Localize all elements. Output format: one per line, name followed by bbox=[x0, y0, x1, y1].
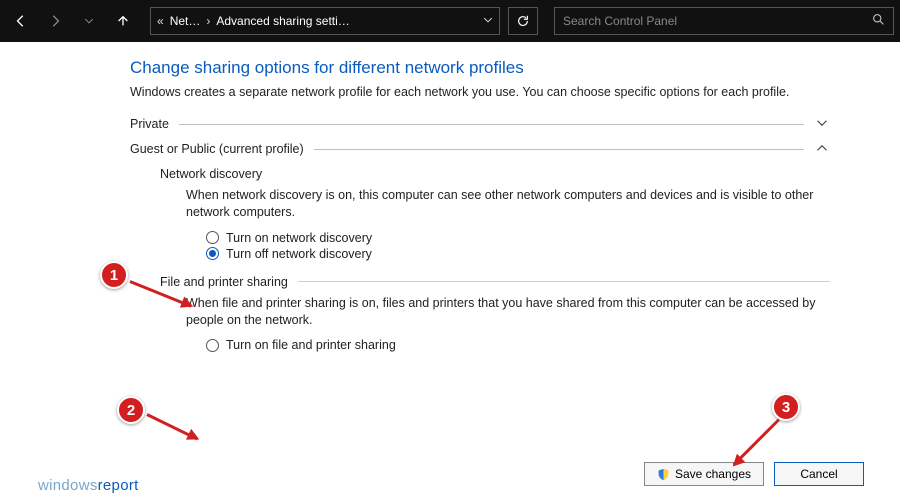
network-discovery-heading: Network discovery bbox=[160, 167, 830, 181]
watermark: windowsreport bbox=[38, 477, 139, 494]
radio-network-discovery-on[interactable]: Turn on network discovery bbox=[206, 231, 830, 245]
watermark-part-2: report bbox=[98, 477, 139, 494]
annotation-badge-1: 1 bbox=[100, 261, 128, 289]
divider bbox=[314, 149, 804, 150]
breadcrumb-crumb-1[interactable]: Net… bbox=[170, 14, 201, 28]
annotation-badge-3: 3 bbox=[772, 393, 800, 421]
radio-file-printer-on[interactable]: Turn on file and printer sharing bbox=[206, 338, 830, 352]
content-pane: Change sharing options for different net… bbox=[0, 42, 900, 352]
breadcrumb-overflow-icon: « bbox=[157, 14, 164, 28]
divider bbox=[179, 124, 804, 125]
radio-label: Turn on file and printer sharing bbox=[226, 338, 396, 352]
watermark-part-1: windows bbox=[38, 477, 98, 494]
page-title: Change sharing options for different net… bbox=[130, 58, 830, 78]
radio-label: Turn off network discovery bbox=[226, 247, 372, 261]
divider bbox=[298, 281, 830, 282]
recent-dropdown[interactable] bbox=[74, 6, 104, 36]
back-button[interactable] bbox=[6, 6, 36, 36]
search-input[interactable]: Search Control Panel bbox=[554, 7, 894, 35]
cancel-button-label: Cancel bbox=[800, 467, 837, 481]
chevron-right-icon: › bbox=[206, 14, 210, 28]
footer-buttons: Save changes Cancel bbox=[644, 462, 864, 486]
breadcrumb-crumb-2[interactable]: Advanced sharing setti… bbox=[216, 14, 477, 28]
save-button-label: Save changes bbox=[675, 467, 751, 481]
breadcrumb[interactable]: « Net… › Advanced sharing setti… bbox=[150, 7, 500, 35]
cancel-button[interactable]: Cancel bbox=[774, 462, 864, 486]
up-button[interactable] bbox=[108, 6, 138, 36]
section-guest-header[interactable]: Guest or Public (current profile) bbox=[130, 142, 830, 157]
search-placeholder: Search Control Panel bbox=[563, 14, 864, 28]
radio-label: Turn on network discovery bbox=[226, 231, 372, 245]
refresh-button[interactable] bbox=[508, 7, 538, 35]
annotation-arrow-2 bbox=[146, 413, 198, 440]
uac-shield-icon bbox=[657, 468, 670, 481]
radio-icon bbox=[206, 231, 219, 244]
chevron-down-icon[interactable] bbox=[483, 14, 493, 28]
network-discovery-description: When network discovery is on, this compu… bbox=[186, 187, 830, 221]
search-icon bbox=[872, 13, 885, 29]
page-description: Windows creates a separate network profi… bbox=[130, 84, 830, 101]
section-guest-label: Guest or Public (current profile) bbox=[130, 142, 304, 156]
section-private-header[interactable]: Private bbox=[130, 117, 830, 132]
annotation-arrow-3 bbox=[733, 418, 780, 465]
navbar: « Net… › Advanced sharing setti… Search … bbox=[0, 0, 900, 42]
file-printer-heading: File and printer sharing bbox=[160, 275, 288, 289]
section-private-label: Private bbox=[130, 117, 169, 131]
annotation-badge-2: 2 bbox=[117, 396, 145, 424]
chevron-up-icon bbox=[814, 142, 830, 157]
forward-button[interactable] bbox=[40, 6, 70, 36]
radio-network-discovery-off[interactable]: Turn off network discovery bbox=[206, 247, 830, 261]
radio-icon bbox=[206, 339, 219, 352]
chevron-down-icon bbox=[814, 117, 830, 132]
save-changes-button[interactable]: Save changes bbox=[644, 462, 764, 486]
file-printer-description: When file and printer sharing is on, fil… bbox=[186, 295, 830, 329]
radio-icon bbox=[206, 247, 219, 260]
file-printer-heading-row: File and printer sharing bbox=[160, 275, 830, 289]
